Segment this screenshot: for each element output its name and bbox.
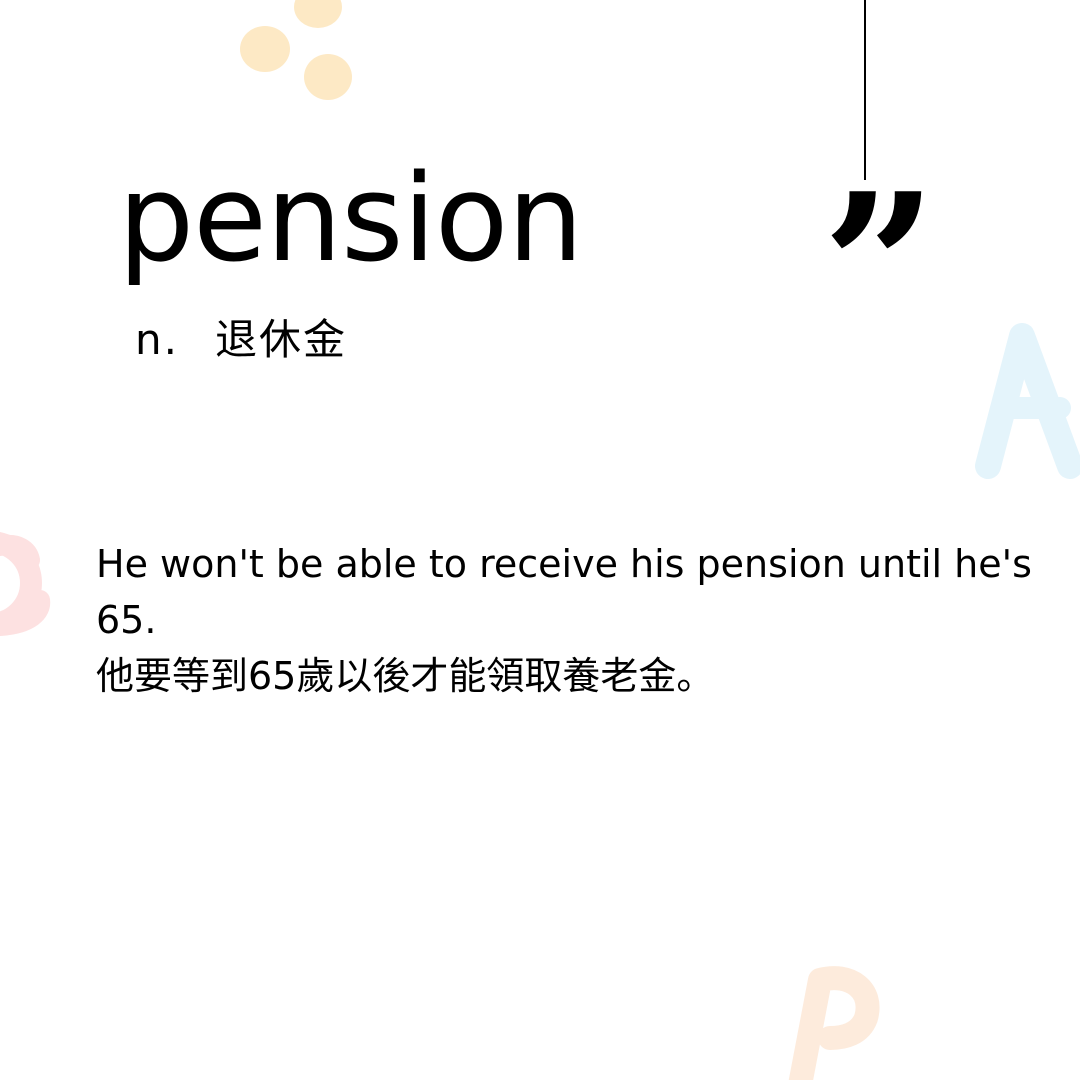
decor-dot (294, 0, 342, 28)
decor-dot (304, 54, 352, 100)
vocab-word: pension (118, 150, 583, 289)
example-sentence: He won't be able to receive his pension … (96, 536, 1036, 704)
example-chinese: 他要等到65歲以後才能領取養老金。 (96, 654, 715, 698)
translation: 退休金 (214, 315, 347, 364)
decor-letter-a-icon (975, 323, 1080, 479)
definition: n. 退休金 (135, 312, 347, 368)
part-of-speech: n. (135, 315, 179, 364)
decor-dot (240, 26, 290, 72)
quote-mark-icon: ” (822, 150, 938, 385)
decor-letter-b-icon (788, 966, 880, 1080)
decor-letter-c-icon (0, 532, 51, 636)
example-english: He won't be able to receive his pension … (96, 542, 1032, 642)
